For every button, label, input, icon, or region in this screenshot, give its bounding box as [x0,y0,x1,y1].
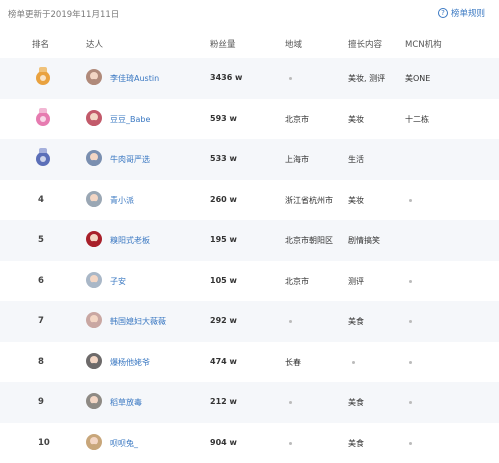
rank-2-medal-icon [36,107,50,126]
region-value: 北京市 [285,276,309,286]
avatar[interactable] [86,231,102,247]
tag-value: 美妆 [348,195,364,205]
ranking-page: 榜单更新于2019年11月11日 ? 榜单规则 排名 达人 粉丝量 地域 擅长内… [0,0,499,463]
empty-mcn-dot [409,198,412,202]
top-bar: 榜单更新于2019年11月11日 ? 榜单规则 [0,0,499,26]
tag-value: 美食 [348,317,364,326]
empty-mcn-dot [409,401,412,404]
ranking-table: 李佳琦Austin 3436 w 美妆, 测评 美ONE 豆豆_Babe 593 w 北京市… [0,58,499,463]
header-fans: 粉丝量 [210,40,236,50]
influencer-name-link[interactable]: 稻草放毒 [110,397,142,408]
tag-value: 生活 [348,155,364,164]
avatar[interactable] [86,109,102,126]
table-row: 李佳琦Austin 3436 w 美妆, 测评 美ONE [0,58,499,99]
fans-count: 533 w [210,154,237,163]
influencer-name-link[interactable]: 李佳琦Austin [110,73,159,84]
header-tag: 擅长内容 [348,40,383,50]
empty-region-dot [289,441,292,445]
influencer-name-link[interactable]: 呗呗兔_ [110,438,138,449]
fans-count: 260 w [210,194,237,204]
question-circle-icon: ? [437,8,448,18]
rank-3-medal-icon [36,148,50,166]
tag-value: 美食 [348,438,364,448]
empty-region-dot [289,320,292,323]
region-value: 长春 [285,357,301,367]
table-row: 9 稻草放毒 212 w 美食 [0,382,499,423]
avatar[interactable] [86,150,102,166]
avatar[interactable] [86,352,102,369]
fans-count: 904 w [210,437,237,447]
empty-mcn-dot [409,441,412,445]
region-value: 浙江省杭州市 [285,195,333,205]
table-row: 10 呗呗兔_ 904 w 美食 [0,423,499,463]
mcn-value: 十二栋 [405,114,429,124]
fans-count: 292 w [210,316,237,325]
header-mcn: MCN机构 [405,40,442,50]
empty-mcn-dot [409,360,412,364]
tag-value: 测评 [348,276,364,286]
rules-link[interactable]: ? 榜单规则 [437,7,485,19]
update-time: 榜单更新于2019年11月11日 [8,10,120,20]
tag-value: 美食 [348,398,364,407]
fans-count: 105 w [210,275,237,285]
empty-mcn-dot [409,279,412,283]
avatar[interactable] [86,271,102,288]
region-value: 北京市朝阳区 [285,236,333,245]
header-rank: 排名 [32,40,50,50]
tag-value: 美妆, 测评 [348,74,386,83]
table-row: 8 爆杨他姥爷 474 w 长春 [0,342,499,383]
table-row: 6 子安 105 w 北京市 测评 [0,261,499,302]
mcn-value: 美ONE [405,74,431,83]
avatar[interactable] [86,190,102,207]
rank-number: 6 [38,275,44,286]
avatar[interactable] [86,312,102,328]
influencer-name-link[interactable]: 豆豆_Babe [110,114,150,125]
influencer-name-link[interactable]: 糗阳式老板 [110,235,150,246]
fans-count: 474 w [210,356,237,366]
table-row: 牛肉哥严选 533 w 上海市 生活 [0,139,499,180]
influencer-name-link[interactable]: 青小派 [110,195,134,206]
table-row: 5 糗阳式老板 195 w 北京市朝阳区 剧情搞笑 [0,220,499,261]
rank-number: 8 [38,356,44,367]
rules-label: 榜单规则 [450,9,485,19]
fans-count: 212 w [210,397,237,406]
region-value: 北京市 [285,114,309,124]
tag-value: 剧情搞笑 [348,236,380,245]
tag-value: 美妆 [348,114,364,124]
influencer-name-link[interactable]: 牛肉哥严选 [110,154,150,165]
rank-number: 5 [38,235,44,245]
influencer-name-link[interactable]: 韩国媳妇大薇薇 [110,316,166,327]
fans-count: 3436 w [210,73,243,82]
avatar[interactable] [86,393,102,409]
empty-mcn-dot [409,320,412,323]
avatar[interactable] [86,69,102,85]
rank-number: 4 [38,194,44,205]
avatar[interactable] [86,433,102,450]
header-name: 达人 [86,40,104,50]
region-value: 上海市 [285,155,309,164]
rank-number: 7 [38,316,44,326]
rank-1-medal-icon [36,67,50,85]
influencer-name-link[interactable]: 子安 [110,276,126,287]
fans-count: 593 w [210,113,237,123]
empty-region-dot [289,77,292,80]
table-header: 排名 达人 粉丝量 地域 擅长内容 MCN机构 [0,32,499,56]
rank-number: 10 [38,437,50,448]
empty-tag-dot [352,360,355,364]
header-region: 地域 [285,40,303,50]
fans-count: 195 w [210,235,237,244]
rank-number: 9 [38,397,44,407]
table-row: 4 青小派 260 w 浙江省杭州市 美妆 [0,180,499,221]
empty-region-dot [289,401,292,404]
table-row: 豆豆_Babe 593 w 北京市 美妆 十二栋 [0,99,499,140]
table-row: 7 韩国媳妇大薇薇 292 w 美食 [0,301,499,342]
influencer-name-link[interactable]: 爆杨他姥爷 [110,357,150,368]
